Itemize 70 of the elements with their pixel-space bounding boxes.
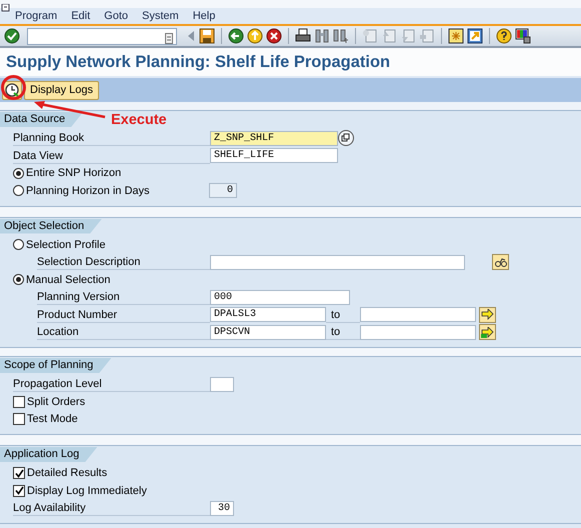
section-title: Data Source — [0, 112, 84, 127]
help-icon[interactable] — [496, 28, 512, 44]
checkbox[interactable] — [13, 484, 25, 497]
cancel-icon[interactable] — [266, 28, 282, 44]
printer-icon[interactable] — [295, 28, 311, 44]
radio-button[interactable] — [13, 239, 24, 250]
radio-label: Selection Profile — [26, 238, 106, 252]
menu-item[interactable]: Edit — [71, 8, 90, 24]
annotation-label: Execute — [111, 111, 167, 130]
section-title: Application Log — [0, 447, 98, 462]
value-help-icon[interactable] — [338, 130, 354, 146]
arrow-icon — [481, 309, 494, 320]
multiple-selection-button[interactable] — [479, 324, 496, 340]
window-icon[interactable] — [1, 4, 11, 12]
binoculars-plus-icon[interactable] — [333, 28, 349, 44]
input-field[interactable]: 000 — [210, 290, 350, 305]
highlight-circle — [1, 75, 26, 100]
input-field[interactable] — [360, 324, 476, 340]
input-field[interactable] — [210, 376, 234, 392]
input-field[interactable]: 30 — [210, 500, 234, 516]
checkbox[interactable] — [13, 413, 25, 426]
input-field[interactable] — [360, 307, 476, 322]
command-field[interactable] — [27, 28, 177, 44]
field-label: Planning Book — [13, 130, 210, 146]
input-field[interactable]: Z_SNP_SHLF — [210, 130, 338, 146]
field-label: Location — [37, 324, 210, 340]
input-field[interactable]: DPSCVN — [210, 324, 326, 340]
radio-label: Planning Horizon in Days — [26, 184, 151, 198]
field-label: Data View — [13, 148, 210, 164]
input-field[interactable]: SHELF_LIFE — [210, 148, 338, 164]
field-label: Log Availability — [13, 500, 210, 516]
radio-button[interactable] — [13, 274, 24, 286]
input-field[interactable]: DPALSL3 — [210, 307, 326, 322]
clock-icon — [5, 83, 19, 97]
menu-item[interactable]: Program — [15, 8, 58, 24]
dropdown-icon[interactable] — [165, 33, 173, 44]
checkbox-label: Detailed Results — [27, 466, 108, 481]
page-star-icon[interactable] — [362, 28, 378, 44]
checkbox-label: Split Orders — [27, 394, 86, 410]
checkbox[interactable] — [13, 467, 25, 480]
checkbox-label: Test Mode — [27, 412, 78, 427]
field-label: Product Number — [37, 306, 210, 323]
arrow-icon — [481, 326, 494, 338]
new-window-icon[interactable] — [448, 28, 464, 44]
layout-icon[interactable] — [515, 28, 531, 44]
check-icon[interactable] — [4, 28, 20, 44]
field-label: Propagation Level — [13, 376, 210, 392]
up-icon[interactable] — [247, 28, 263, 44]
menu-item[interactable]: System — [142, 8, 179, 24]
binoculars-icon[interactable] — [314, 28, 330, 44]
search-button[interactable] — [492, 254, 509, 270]
menu-item[interactable]: Help — [192, 8, 216, 24]
input-field[interactable] — [210, 254, 465, 270]
section-title: Scope of Planning — [0, 358, 112, 373]
screen-title: Supply Network Planning: Shelf Life Propagation — [0, 48, 581, 76]
menu-item[interactable]: Goto — [104, 8, 128, 24]
field-label: Selection Description — [37, 254, 210, 270]
field-label: Planning Version — [37, 289, 210, 306]
glasses-icon — [494, 256, 507, 268]
radio-button[interactable] — [13, 168, 24, 179]
multiple-selection-button[interactable] — [479, 306, 496, 323]
shortcut-icon[interactable] — [467, 28, 483, 44]
radio-label: Manual Selection — [26, 272, 110, 288]
radio-label: Entire SNP Horizon — [26, 166, 122, 181]
back-icon[interactable] — [228, 28, 244, 44]
display-logs-button[interactable]: Display Logs — [24, 80, 99, 100]
section-title: Object Selection — [0, 218, 102, 234]
radio-button[interactable] — [13, 185, 24, 196]
checkbox[interactable] — [13, 396, 25, 408]
checkbox-label: Display Log Immediately — [27, 484, 147, 498]
